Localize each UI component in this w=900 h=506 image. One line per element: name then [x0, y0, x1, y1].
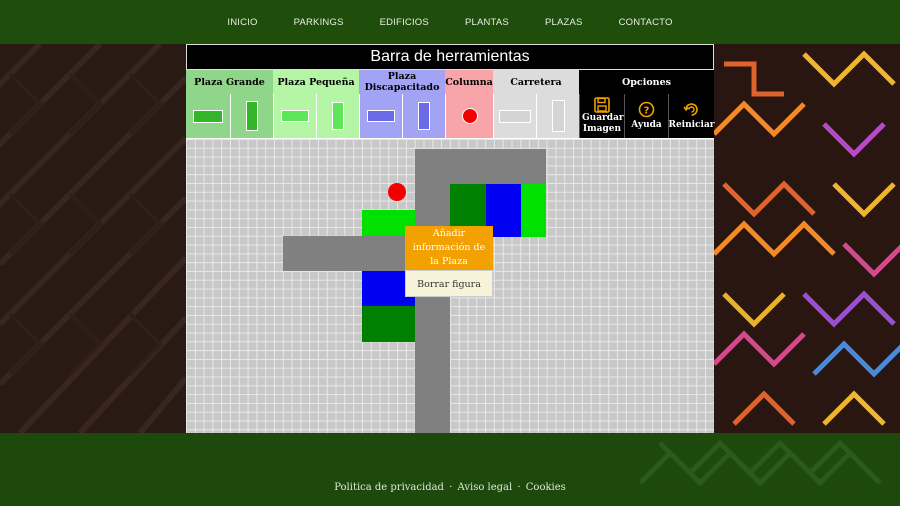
nav-edificios[interactable]: EDIFICIOS	[380, 17, 429, 28]
svg-text:?: ?	[644, 105, 650, 116]
plaza-discapacitado-horizontal-icon	[367, 110, 395, 122]
reset-label: Reiniciar	[668, 120, 715, 130]
save-image-button[interactable]: Guardar Imagen	[579, 94, 624, 138]
plaza-discapacitado-horizontal-button[interactable]	[359, 94, 402, 138]
editor-panel: Barra de herramientas Plaza Grande Plaza…	[186, 44, 715, 433]
separator: ·	[517, 482, 521, 493]
floppy-disk-icon	[594, 97, 610, 113]
carretera-vertical-icon	[551, 100, 565, 132]
separator: ·	[449, 482, 453, 493]
plaza-pequena-vertical-icon	[332, 102, 344, 130]
carretera-horizontal-button[interactable]	[493, 94, 536, 138]
plaza-grande-horizontal-icon	[193, 109, 223, 123]
nav-contacto[interactable]: CONTACTO	[619, 17, 673, 28]
plaza-pequena-horizontal-icon	[281, 110, 309, 122]
category-plaza-discapacitado: Plaza Discapacitado	[359, 70, 445, 94]
reset-icon	[683, 103, 698, 116]
right-decorative-pattern	[714, 44, 900, 433]
plaza-pequena-vertical[interactable]	[521, 184, 546, 237]
plaza-discapacitado-vertical-icon	[418, 102, 430, 130]
category-opciones: Opciones	[579, 70, 714, 94]
nav-inicio[interactable]: INICIO	[227, 17, 257, 28]
delete-shape-option[interactable]: Borrar figura	[405, 270, 493, 297]
carretera-horizontal-icon	[499, 109, 531, 123]
road-horizontal-middle[interactable]	[283, 236, 415, 271]
top-navigation: INICIO PARKINGS EDIFICIOS PLANTAS PLAZAS…	[0, 0, 900, 44]
plaza-pequena-vertical-button[interactable]	[316, 94, 359, 138]
help-label: Ayuda	[631, 120, 662, 130]
plaza-grande-vertical-button[interactable]	[230, 94, 273, 138]
cookies-link[interactable]: Cookies	[526, 482, 566, 493]
context-menu: Añadir información de la Plaza Borrar fi…	[405, 226, 493, 297]
road-horizontal-top[interactable]	[415, 149, 546, 184]
plaza-grande-horizontal-button[interactable]	[186, 94, 230, 138]
plaza-grande-vertical-icon	[246, 101, 258, 131]
plaza-grande-horizontal[interactable]	[362, 306, 415, 342]
category-plaza-grande: Plaza Grande	[186, 70, 273, 94]
legal-link[interactable]: Aviso legal	[458, 482, 513, 493]
reset-button[interactable]: Reiniciar	[668, 94, 715, 138]
category-plaza-pequena: Plaza Pequeña	[273, 70, 359, 94]
plaza-pequena-horizontal-button[interactable]	[273, 94, 316, 138]
category-columna: Columna	[445, 70, 493, 94]
footer: Politica de privacidad · Aviso legal · C…	[0, 433, 900, 506]
nav-parkings[interactable]: PARKINGS	[294, 17, 344, 28]
parking-canvas[interactable]: Añadir información de la Plaza Borrar fi…	[186, 139, 714, 433]
category-carretera: Carretera	[493, 70, 579, 94]
add-plaza-info-option[interactable]: Añadir información de la Plaza	[405, 226, 493, 270]
left-decorative-pattern	[0, 44, 186, 433]
carretera-vertical-button[interactable]	[536, 94, 579, 138]
privacy-link[interactable]: Politica de privacidad	[334, 482, 444, 493]
footer-links: Politica de privacidad · Aviso legal · C…	[0, 482, 900, 493]
footer-decorative-pattern	[640, 439, 882, 487]
columna-icon	[461, 108, 478, 124]
save-image-label: Guardar Imagen	[582, 113, 624, 134]
help-button[interactable]: ? Ayuda	[624, 94, 668, 138]
help-icon: ?	[638, 101, 655, 118]
nav-plazas[interactable]: PLAZAS	[545, 17, 583, 28]
nav-plantas[interactable]: PLANTAS	[465, 17, 509, 28]
column-circle[interactable]	[388, 183, 406, 201]
toolbar-title: Barra de herramientas	[186, 44, 714, 70]
road-vertical[interactable]	[415, 184, 450, 433]
columna-button[interactable]	[445, 94, 493, 138]
plaza-discapacitado-vertical-button[interactable]	[402, 94, 445, 138]
